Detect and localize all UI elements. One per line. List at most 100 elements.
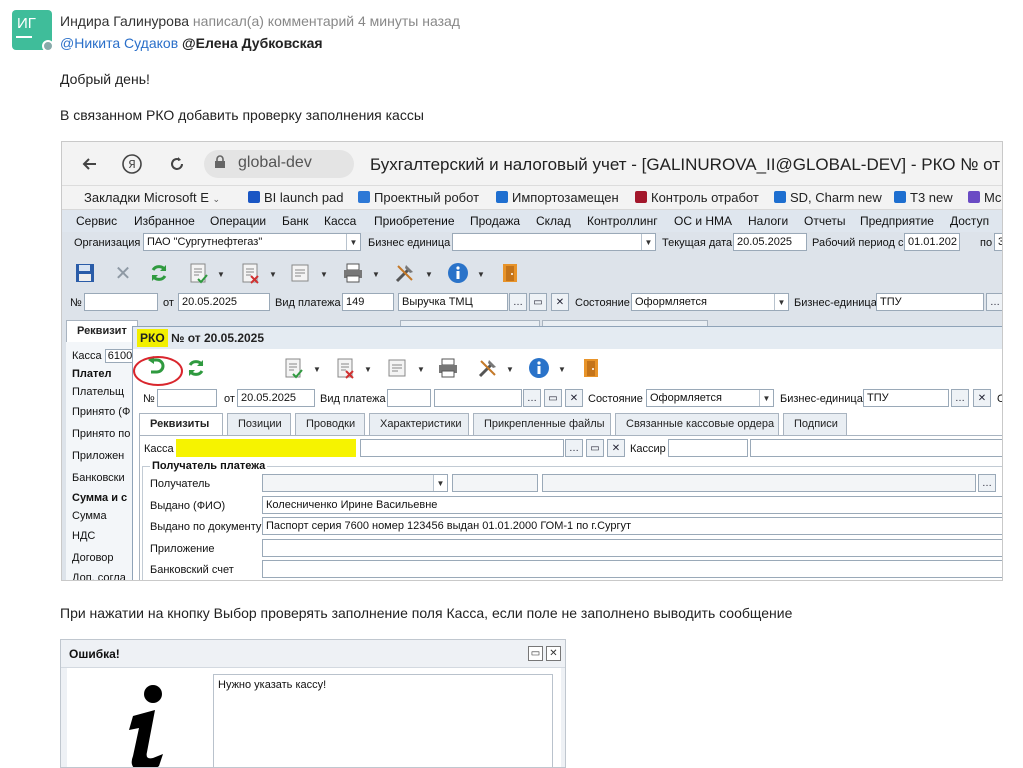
more-button[interactable]: … bbox=[951, 389, 969, 407]
menu-item[interactable]: Налоги bbox=[748, 214, 788, 228]
bu2-field[interactable]: ТПУ bbox=[876, 293, 984, 311]
more-button[interactable]: … bbox=[565, 439, 583, 457]
state-select[interactable]: Оформляется ▼ bbox=[631, 293, 789, 311]
dropdown-arrow-icon[interactable]: ▼ bbox=[506, 365, 514, 374]
menu-item[interactable]: Избранное bbox=[134, 214, 195, 228]
menu-item[interactable]: Склад bbox=[536, 214, 571, 228]
state-select[interactable]: Оформляется ▼ bbox=[646, 389, 774, 407]
document-settings-icon[interactable] bbox=[290, 262, 312, 284]
period-to-field[interactable]: 3 bbox=[994, 233, 1002, 251]
reload-icon[interactable] bbox=[165, 152, 189, 176]
dropdown-arrow-icon[interactable]: ▼ bbox=[320, 270, 328, 279]
bank-field[interactable] bbox=[262, 560, 1002, 578]
menu-item[interactable]: Доступ bbox=[950, 214, 989, 228]
more-button[interactable]: … bbox=[978, 474, 996, 492]
dropdown-arrow-icon[interactable]: ▼ bbox=[364, 365, 372, 374]
menu-item[interactable]: Продажа bbox=[470, 214, 520, 228]
author-avatar[interactable]: ИГ bbox=[12, 10, 54, 52]
menu-item[interactable]: Операции bbox=[210, 214, 266, 228]
save-icon[interactable] bbox=[74, 262, 96, 284]
folder-icon[interactable]: ▭ bbox=[586, 439, 604, 457]
tab-characteristics[interactable]: Характеристики bbox=[369, 413, 469, 435]
document-check-icon[interactable] bbox=[283, 357, 305, 379]
period-from-field[interactable]: 01.01.202 bbox=[904, 233, 960, 251]
dropdown-arrow-icon[interactable]: ▼ bbox=[372, 270, 380, 279]
folder-icon[interactable]: ▭ bbox=[529, 293, 547, 311]
doc-date-field[interactable]: 20.05.2025 bbox=[237, 389, 315, 407]
bookmark-item[interactable]: SD, Charm new bbox=[774, 190, 882, 205]
paytype-code-field[interactable] bbox=[387, 389, 431, 407]
cashier-name-field[interactable] bbox=[750, 439, 1002, 457]
menu-item[interactable]: Банк bbox=[282, 214, 308, 228]
attach-field[interactable] bbox=[262, 539, 1002, 557]
bookmark-item[interactable]: BI launch pad bbox=[248, 190, 344, 205]
dropdown-arrow-icon[interactable]: ▼ bbox=[417, 365, 425, 374]
maximize-icon[interactable]: ▭ bbox=[528, 646, 543, 661]
print-icon[interactable] bbox=[342, 262, 364, 284]
dropdown-arrow-icon[interactable]: ▼ bbox=[558, 365, 566, 374]
doc-field[interactable]: Паспорт серия 7600 номер 123456 выдан 01… bbox=[262, 517, 1002, 535]
tab-postings[interactable]: Проводки bbox=[295, 413, 365, 435]
document-delete-icon[interactable] bbox=[335, 357, 357, 379]
more-button[interactable]: … bbox=[986, 293, 1002, 311]
paytype-name-field[interactable] bbox=[434, 389, 522, 407]
menu-item[interactable]: ОС и НМА bbox=[674, 214, 732, 228]
info-icon[interactable] bbox=[528, 357, 550, 379]
more-button[interactable]: … bbox=[509, 293, 527, 311]
menu-item[interactable]: Приобретение bbox=[374, 214, 455, 228]
menu-item[interactable]: Отчеты bbox=[804, 214, 845, 228]
tab-signatures[interactable]: Подписи bbox=[783, 413, 847, 435]
mention-link[interactable]: @Елена Дубковская bbox=[182, 35, 323, 51]
tools-icon[interactable] bbox=[477, 357, 499, 379]
issued-field[interactable]: Колесниченко Ирине Васильевне bbox=[262, 496, 1002, 514]
kassa-field-highlight[interactable] bbox=[176, 439, 356, 457]
exit-door-icon[interactable] bbox=[499, 262, 521, 284]
recipient-select[interactable]: ▼ bbox=[262, 474, 448, 492]
tab-positions[interactable]: Позиции bbox=[227, 413, 291, 435]
dropdown-arrow-icon[interactable]: ▼ bbox=[313, 365, 321, 374]
clear-icon[interactable]: ✕ bbox=[973, 389, 991, 407]
org-select[interactable]: ПАО "Сургутнефтегаз" ▼ bbox=[143, 233, 361, 251]
url-field[interactable]: global-dev bbox=[204, 150, 354, 178]
tab-linked-orders[interactable]: Связанные кассовые ордера bbox=[615, 413, 779, 435]
close-icon[interactable]: ✕ bbox=[112, 262, 134, 285]
paytype-name-field[interactable]: Выручка ТМЦ bbox=[398, 293, 508, 311]
document-delete-icon[interactable] bbox=[240, 262, 262, 284]
dropdown-arrow-icon[interactable]: ▼ bbox=[425, 270, 433, 279]
tools-icon[interactable] bbox=[394, 262, 416, 284]
bookmark-item[interactable]: Проектный робот bbox=[358, 190, 479, 205]
yandex-icon[interactable]: Я bbox=[120, 152, 144, 176]
document-settings-icon[interactable] bbox=[387, 357, 409, 379]
cashier-field[interactable] bbox=[668, 439, 748, 457]
close-icon[interactable]: ✕ bbox=[546, 646, 561, 661]
num-field[interactable] bbox=[84, 293, 158, 311]
dropdown-arrow-icon[interactable]: ▼ bbox=[269, 270, 277, 279]
document-check-icon[interactable] bbox=[188, 262, 210, 284]
recipient-name-field[interactable] bbox=[542, 474, 976, 492]
doc-date-field[interactable]: 20.05.2025 bbox=[178, 293, 270, 311]
refresh-icon[interactable] bbox=[185, 357, 207, 379]
clear-icon[interactable]: ✕ bbox=[607, 439, 625, 457]
menu-item[interactable]: Сервис bbox=[76, 214, 117, 228]
bookmark-item[interactable]: Закладки Microsoft E ⌄ bbox=[84, 190, 220, 205]
author-name[interactable]: Индира Галинурова bbox=[60, 13, 189, 29]
clear-icon[interactable]: ✕ bbox=[565, 389, 583, 407]
tab-requisites[interactable]: Реквизиты bbox=[139, 413, 223, 435]
menu-item[interactable]: Предприятие bbox=[860, 214, 934, 228]
screenshot-rko[interactable]: Я global-dev Бухгалтерский и налоговый у… bbox=[61, 141, 1003, 581]
bookmark-item[interactable]: Импортозамещен bbox=[496, 190, 619, 205]
print-icon[interactable] bbox=[437, 357, 459, 379]
bookmark-item[interactable]: T3 new bbox=[894, 190, 953, 205]
info-icon[interactable] bbox=[447, 262, 469, 284]
screenshot-error[interactable]: Ошибка! ▭ ✕ Нужно указать кассу! bbox=[60, 639, 566, 768]
tab-requisites-back[interactable]: Реквизит bbox=[66, 320, 138, 342]
num-field[interactable] bbox=[157, 389, 217, 407]
recipient-code-field[interactable] bbox=[452, 474, 538, 492]
date-field[interactable]: 20.05.2025 bbox=[733, 233, 807, 251]
bookmark-item[interactable]: Контроль отработ bbox=[635, 190, 759, 205]
kassa-name-field[interactable] bbox=[360, 439, 564, 457]
menu-item[interactable]: Касса bbox=[324, 214, 356, 228]
tab-attached-files[interactable]: Прикрепленные файлы bbox=[473, 413, 611, 435]
clear-icon[interactable]: ✕ bbox=[551, 293, 569, 311]
mention-link[interactable]: @Никита Судаков bbox=[60, 35, 178, 51]
